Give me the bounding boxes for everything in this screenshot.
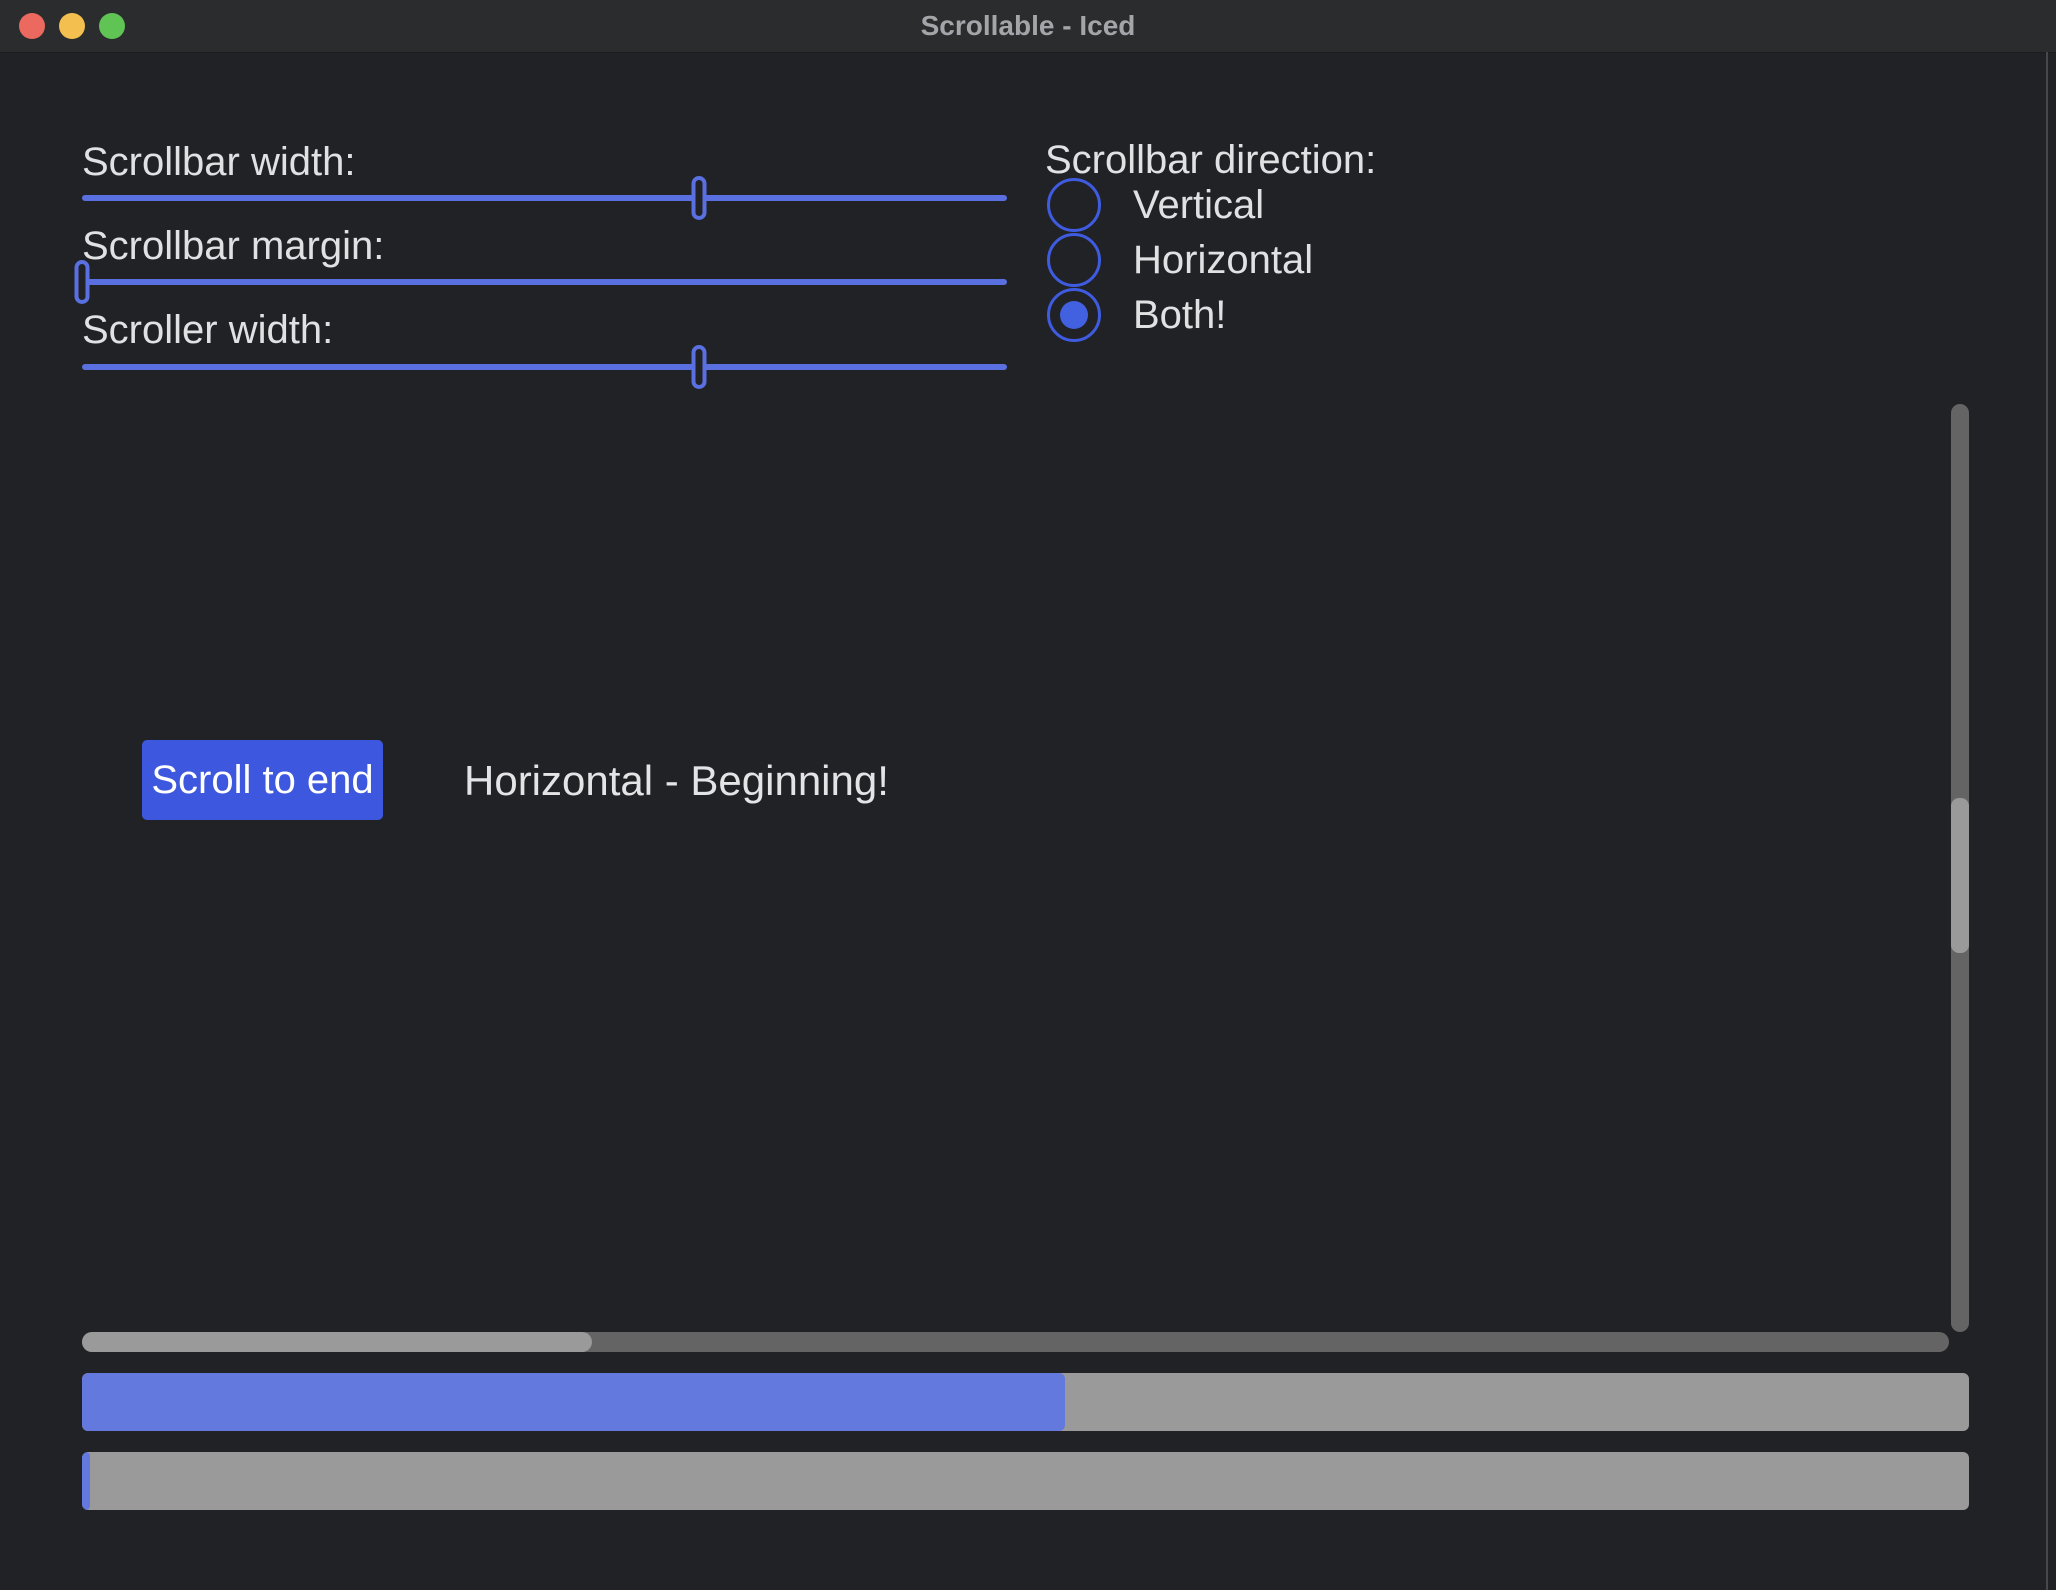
window-title: Scrollable - Iced bbox=[0, 0, 2056, 52]
scrollbar-width-slider-handle[interactable] bbox=[691, 176, 706, 220]
vertical-scrollbar-track[interactable] bbox=[1951, 404, 1969, 1332]
radio-horizontal-circle-icon[interactable] bbox=[1047, 233, 1101, 287]
radio-vertical-label: Vertical bbox=[1133, 183, 1264, 228]
horizontal-progress-fill bbox=[82, 1373, 1065, 1431]
scroller-width-label: Scroller width: bbox=[82, 308, 333, 353]
radio-horizontal[interactable]: Horizontal bbox=[1047, 233, 1313, 287]
horizontal-progress-bar bbox=[82, 1373, 1969, 1431]
scrollbar-width-label: Scrollbar width: bbox=[82, 140, 355, 185]
radio-horizontal-label: Horizontal bbox=[1133, 238, 1313, 283]
scrollbar-margin-slider-handle[interactable] bbox=[75, 260, 90, 304]
vertical-progress-fill bbox=[82, 1452, 90, 1510]
scrollbar-width-slider[interactable] bbox=[82, 195, 1007, 201]
app-window: Scrollable - Iced Scrollbar width: Scrol… bbox=[0, 0, 2056, 1590]
radio-vertical[interactable]: Vertical bbox=[1047, 178, 1264, 232]
radio-both-circle-icon[interactable] bbox=[1047, 288, 1101, 342]
scroller-width-slider-handle[interactable] bbox=[691, 345, 706, 389]
vertical-progress-bar bbox=[82, 1452, 1969, 1510]
horizontal-scrollbar-thumb[interactable] bbox=[82, 1332, 592, 1352]
radio-both-label: Both! bbox=[1133, 293, 1226, 338]
vertical-scrollbar-thumb[interactable] bbox=[1951, 798, 1969, 953]
horizontal-scrollbar-track[interactable] bbox=[82, 1332, 1949, 1352]
titlebar: Scrollable - Iced bbox=[0, 0, 2056, 53]
window-right-border bbox=[2046, 52, 2048, 1590]
scrollbar-margin-label: Scrollbar margin: bbox=[82, 224, 384, 269]
radio-vertical-circle-icon[interactable] bbox=[1047, 178, 1101, 232]
scrollbar-margin-slider[interactable] bbox=[82, 279, 1007, 285]
horizontal-scroll-status: Horizontal - Beginning! bbox=[464, 757, 889, 805]
radio-both[interactable]: Both! bbox=[1047, 288, 1226, 342]
scrollbar-direction-label: Scrollbar direction: bbox=[1045, 138, 1376, 183]
scroller-width-slider[interactable] bbox=[82, 364, 1007, 370]
scroll-to-end-button[interactable]: Scroll to end bbox=[142, 740, 383, 820]
